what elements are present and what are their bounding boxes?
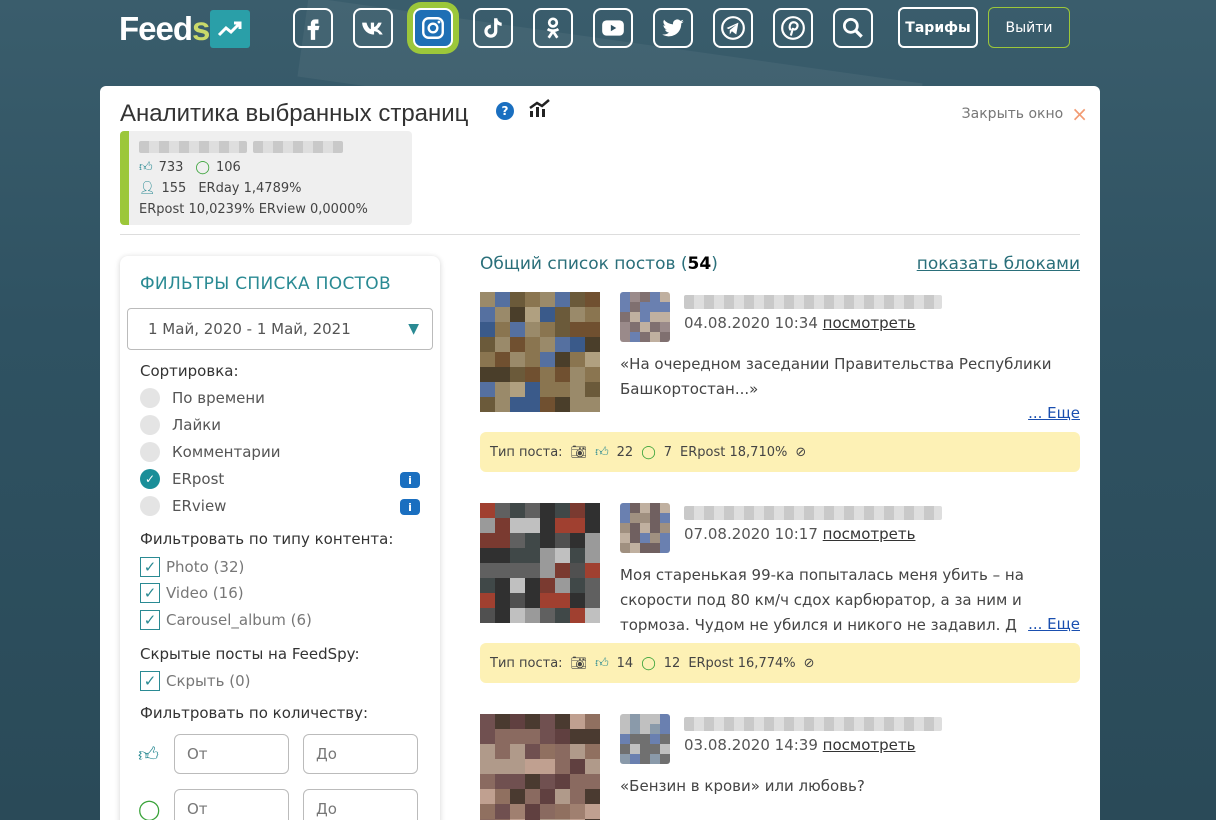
hide-icon[interactable]: ⊘ — [795, 445, 806, 460]
content-type-label: Фильтровать по типу контента: — [140, 530, 394, 548]
post-text: Моя старенькая 99-ка попыталась меня уби… — [620, 566, 1024, 634]
account-name-blurred — [139, 140, 247, 153]
filter-photo[interactable]: ✓ Photo (32) — [140, 557, 244, 577]
like-icon: 👍︎ — [139, 160, 153, 175]
comment-icon: ◯ — [138, 797, 161, 820]
like-icon: 👍︎ — [595, 655, 609, 671]
trend-icon[interactable] — [210, 10, 250, 48]
post-text: «На очередном заседании Правительства Ре… — [620, 355, 1052, 398]
analytics-panel: Аналитика выбранных страниц ? Закрыть ок… — [100, 86, 1100, 820]
post-stats: Тип поста: 📷︎ 👍︎ 14 ◯ 12 ERpost 16,774% ⊘ — [480, 643, 1080, 683]
comment-icon: ◯ — [641, 655, 656, 671]
post-image[interactable] — [480, 292, 600, 412]
posts-heading: Общий список постов (54) — [480, 254, 718, 274]
view-link[interactable]: посмотреть — [823, 314, 916, 332]
top-navigation: Feedspy Тарифы Выйти — [0, 0, 1216, 60]
odnoklassniki-icon[interactable] — [533, 8, 573, 48]
hide-icon[interactable]: ⊘ — [804, 656, 815, 671]
close-icon: × — [1071, 102, 1088, 126]
chart-icon[interactable] — [528, 98, 552, 122]
info-icon[interactable]: i — [400, 499, 420, 515]
pinterest-icon[interactable] — [773, 8, 813, 48]
author-name-blurred — [684, 506, 942, 520]
avatar — [620, 292, 670, 342]
avatar — [620, 503, 670, 553]
camera-icon: 📷︎ — [570, 655, 588, 671]
filter-hide[interactable]: ✓ Скрыть (0) — [140, 671, 251, 691]
page-title: Аналитика выбранных страниц — [120, 100, 469, 127]
more-link[interactable]: ... Еще — [1028, 615, 1080, 633]
sort-by-time[interactable]: По времени — [140, 388, 265, 408]
comments-to-input[interactable]: До — [303, 789, 418, 820]
like-icon: 👍︎ — [138, 741, 159, 766]
followers-icon: 👤︎ — [139, 181, 156, 196]
more-link[interactable]: ... Еще — [1028, 404, 1080, 422]
logout-button[interactable]: Выйти — [988, 7, 1070, 48]
telegram-icon[interactable] — [713, 8, 753, 48]
vk-icon[interactable] — [353, 8, 393, 48]
sort-by-likes[interactable]: Лайки — [140, 415, 221, 435]
camera-icon: 📷︎ — [570, 444, 588, 460]
youtube-icon[interactable] — [593, 8, 633, 48]
post-image[interactable] — [480, 503, 600, 623]
post-text: «Бензин в крови» или любовь? — [620, 777, 865, 795]
twitter-icon[interactable] — [653, 8, 693, 48]
hidden-posts-label: Скрытые посты на FeedSpy: — [140, 645, 360, 663]
likes-from-input[interactable]: От — [174, 734, 289, 774]
post-date: 07.08.2020 10:17 посмотреть — [684, 525, 916, 543]
comments-from-input[interactable]: От — [174, 789, 289, 820]
quantity-label: Фильтровать по количеству: — [140, 704, 369, 722]
account-card[interactable]: 👍︎ 733 ◯ 106 👤︎ 155 ERday 1,4789% ERpost 10… — [120, 131, 412, 225]
sort-by-comments[interactable]: Комментарии — [140, 442, 280, 462]
post-image[interactable] — [480, 714, 600, 820]
filters-title: ФИЛЬТРЫ СПИСКА ПОСТОВ — [140, 274, 391, 294]
help-icon[interactable]: ? — [496, 102, 514, 120]
filters-panel: ФИЛЬТРЫ СПИСКА ПОСТОВ 1 Май, 2020 - 1 Ма… — [120, 256, 440, 820]
divider — [120, 234, 1080, 235]
sort-by-erview[interactable]: ERview — [140, 496, 226, 516]
author-name-blurred — [684, 295, 942, 309]
tiktok-icon[interactable] — [473, 8, 513, 48]
post-date: 04.08.2020 10:34 посмотреть — [684, 314, 916, 332]
post-stats: Тип поста: 📷︎ 👍︎ 22 ◯ 7 ERpost 18,710% ⊘ — [480, 432, 1080, 472]
plans-button[interactable]: Тарифы — [898, 7, 978, 48]
search-icon[interactable] — [833, 8, 873, 48]
view-link[interactable]: посмотреть — [823, 525, 916, 543]
like-icon: 👍︎ — [595, 444, 609, 460]
sort-by-erpost[interactable]: ✓ ERpost — [140, 469, 224, 489]
instagram-icon[interactable] — [413, 8, 453, 48]
avatar — [620, 714, 670, 764]
chevron-down-icon: ▼ — [408, 321, 419, 337]
sort-label: Сортировка: — [140, 362, 239, 380]
filter-carousel[interactable]: ✓ Carousel_album (6) — [140, 610, 312, 630]
date-range-select[interactable]: 1 Май, 2020 - 1 Май, 2021 ▼ — [127, 308, 433, 350]
comment-icon: ◯ — [195, 160, 210, 175]
author-name-blurred — [684, 717, 942, 731]
show-blocks-link[interactable]: показать блоками — [917, 254, 1080, 274]
view-link[interactable]: посмотреть — [823, 736, 916, 754]
facebook-icon[interactable] — [293, 8, 333, 48]
info-icon[interactable]: i — [400, 472, 420, 488]
likes-to-input[interactable]: До — [303, 734, 418, 774]
close-window[interactable]: Закрыть окно × — [962, 102, 1088, 126]
post-date: 03.08.2020 14:39 посмотреть — [684, 736, 916, 754]
comment-icon: ◯ — [641, 444, 656, 460]
filter-video[interactable]: ✓ Video (16) — [140, 583, 244, 603]
